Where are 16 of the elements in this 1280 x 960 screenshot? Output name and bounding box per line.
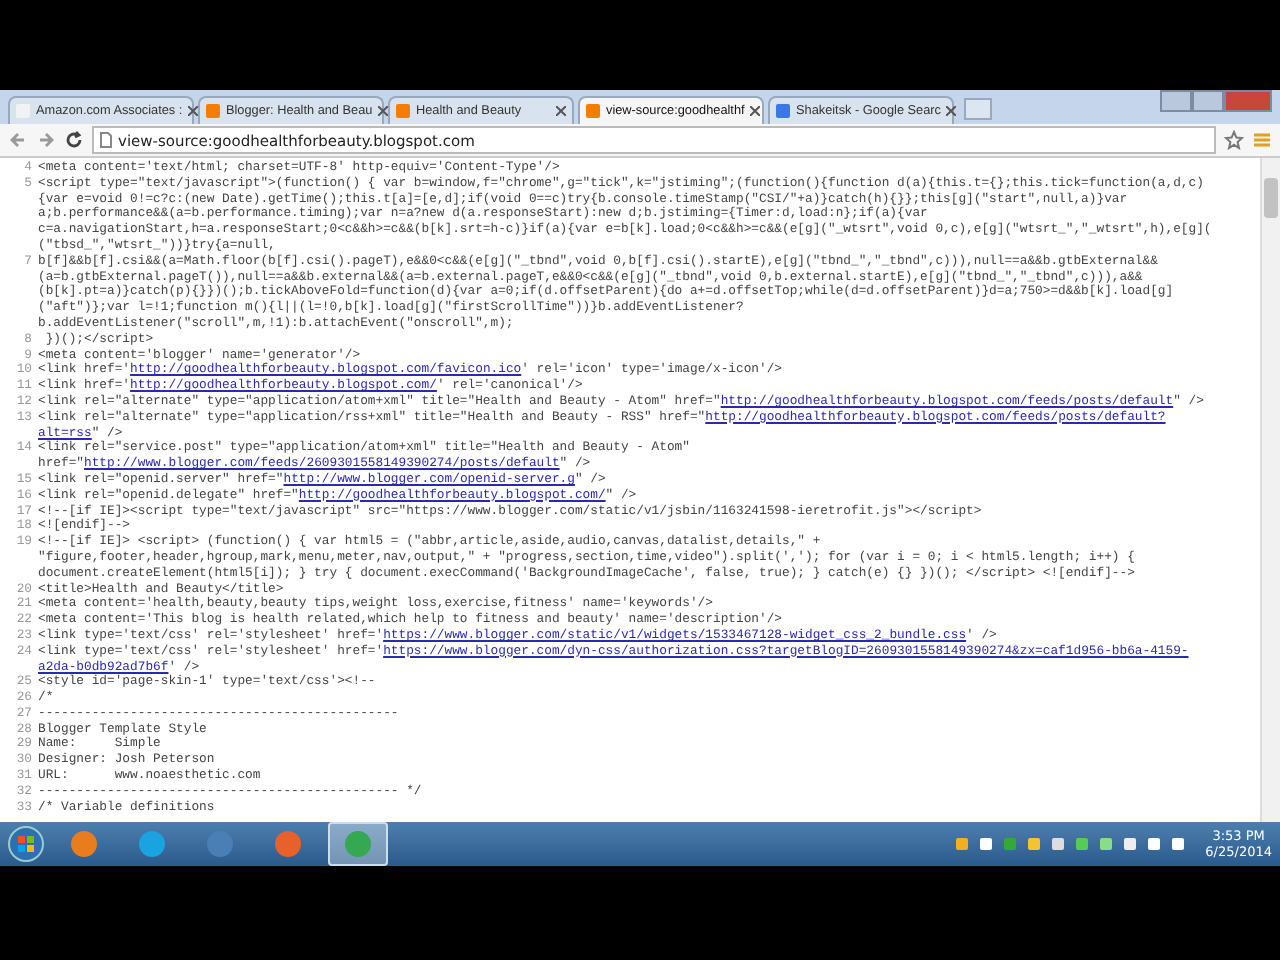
reload-icon[interactable] (64, 130, 84, 150)
close-icon[interactable] (750, 106, 761, 116)
scrollbar[interactable] (1260, 158, 1280, 822)
close-icon[interactable] (946, 106, 957, 116)
forward-icon[interactable] (36, 130, 56, 150)
page-icon (100, 132, 112, 148)
close-icon[interactable] (188, 106, 199, 116)
taskbar-app[interactable] (328, 822, 388, 866)
back-icon[interactable] (8, 130, 28, 150)
close-icon[interactable] (556, 106, 566, 116)
minimize-button[interactable] (1160, 90, 1192, 112)
maximize-button[interactable] (1192, 90, 1224, 112)
menu-icon[interactable] (1252, 130, 1272, 150)
star-icon[interactable] (1224, 130, 1244, 150)
start-icon[interactable] (8, 826, 44, 862)
close-icon[interactable] (378, 106, 389, 116)
